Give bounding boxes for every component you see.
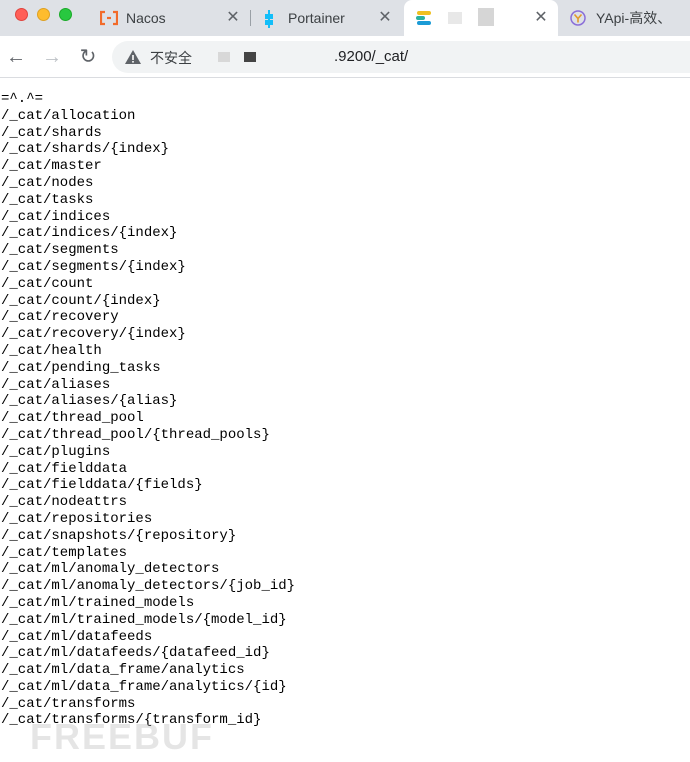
endpoint-line: /_cat/pending_tasks [1, 359, 161, 376]
redacted-block [244, 52, 256, 62]
tab-title: Portainer [288, 10, 345, 26]
endpoint-line: /_cat/aliases [1, 376, 111, 393]
close-icon[interactable]: ✕ [376, 9, 394, 27]
portainer-icon [262, 10, 278, 28]
close-icon[interactable]: ✕ [224, 9, 242, 27]
window-minimize-button[interactable] [37, 8, 50, 21]
endpoint-line: /_cat/indices [1, 208, 111, 225]
endpoint-line: /_cat/ml/trained_models [1, 594, 195, 611]
endpoint-line: /_cat/plugins [1, 443, 111, 460]
endpoint-line: /_cat/ml/trained_models/{model_id} [1, 611, 287, 628]
endpoint-line: /_cat/nodes [1, 174, 94, 191]
watermark: FREEBUF [30, 716, 214, 757]
endpoint-line: /_cat/master [1, 158, 102, 175]
endpoint-line: /_cat/shards/{index} [1, 141, 170, 158]
endpoint-line: /_cat/health [1, 342, 102, 359]
window-maximize-button[interactable] [59, 8, 72, 21]
redacted-block [448, 12, 462, 24]
security-label[interactable]: 不安全 [150, 48, 192, 68]
reload-button[interactable]: ↻ [76, 45, 100, 69]
nacos-icon [99, 10, 119, 26]
endpoint-line: /_cat/shards [1, 124, 102, 141]
endpoint-line: /_cat/ml/anomaly_detectors/{job_id} [1, 578, 296, 595]
endpoint-line: /_cat/nodeattrs [1, 494, 128, 511]
tab-yapi[interactable]: YApi-高效、 [562, 0, 690, 36]
tab-title: Nacos [126, 10, 166, 26]
endpoint-line: /_cat/segments/{index} [1, 258, 186, 275]
close-icon[interactable]: ✕ [532, 9, 550, 27]
endpoint-line: /_cat/segments [1, 242, 119, 259]
endpoint-line: /_cat/templates [1, 544, 128, 561]
elastic-icon [416, 10, 432, 26]
endpoint-line: /_cat/ml/data_frame/analytics/{id} [1, 678, 287, 695]
forward-button[interactable]: → [40, 45, 64, 69]
endpoint-line: /_cat/recovery/{index} [1, 326, 186, 343]
endpoint-line: /_cat/recovery [1, 309, 119, 326]
endpoint-line: /_cat/indices/{index} [1, 225, 178, 242]
endpoint-line: /_cat/fielddata [1, 460, 128, 477]
endpoint-line: /_cat/transforms [1, 695, 136, 712]
endpoint-line: /_cat/fielddata/{fields} [1, 477, 203, 494]
endpoint-line: /_cat/aliases/{alias} [1, 393, 178, 410]
redacted-block [218, 52, 230, 62]
endpoint-line: /_cat/ml/data_frame/analytics [1, 662, 245, 679]
endpoint-line: /_cat/count/{index} [1, 292, 161, 309]
endpoint-line: /_cat/snapshots/{repository} [1, 527, 237, 544]
endpoint-line: /_cat/ml/datafeeds [1, 628, 153, 645]
cat-banner: =^.^= [1, 91, 44, 107]
endpoint-line: /_cat/tasks [1, 191, 94, 208]
tab-strip: Nacos ✕ Portainer ✕ ✕ YApi-高效、 [0, 0, 690, 36]
window-close-button[interactable] [15, 8, 28, 21]
endpoint-line: /_cat/ml/anomaly_detectors [1, 561, 220, 578]
url-text[interactable]: .9200/_cat/ [334, 48, 408, 65]
tab-portainer[interactable]: Portainer ✕ [262, 0, 402, 36]
address-bar[interactable]: 不安全 .9200/_cat/ [112, 41, 690, 73]
back-button[interactable]: ← [4, 45, 28, 69]
tab-elasticsearch[interactable]: ✕ [404, 0, 558, 36]
endpoint-line: /_cat/allocation [1, 107, 136, 124]
browser-toolbar: ← → ↻ 不安全 .9200/_cat/ [0, 36, 690, 78]
redacted-block [478, 8, 494, 26]
tab-separator [250, 10, 251, 26]
endpoint-line: /_cat/repositories [1, 510, 153, 527]
endpoint-line: /_cat/count [1, 275, 94, 292]
tab-nacos[interactable]: Nacos ✕ [99, 0, 250, 36]
response-body: =^.^=/_cat/allocation/_cat/shards/_cat/s… [1, 91, 295, 729]
endpoint-line: /_cat/thread_pool [1, 410, 144, 427]
warning-icon[interactable] [124, 48, 142, 66]
tab-title: YApi-高效、 [596, 10, 672, 26]
endpoint-line: /_cat/ml/datafeeds/{datafeed_id} [1, 645, 270, 662]
endpoint-line: /_cat/thread_pool/{thread_pools} [1, 426, 270, 443]
yapi-icon [570, 10, 586, 26]
